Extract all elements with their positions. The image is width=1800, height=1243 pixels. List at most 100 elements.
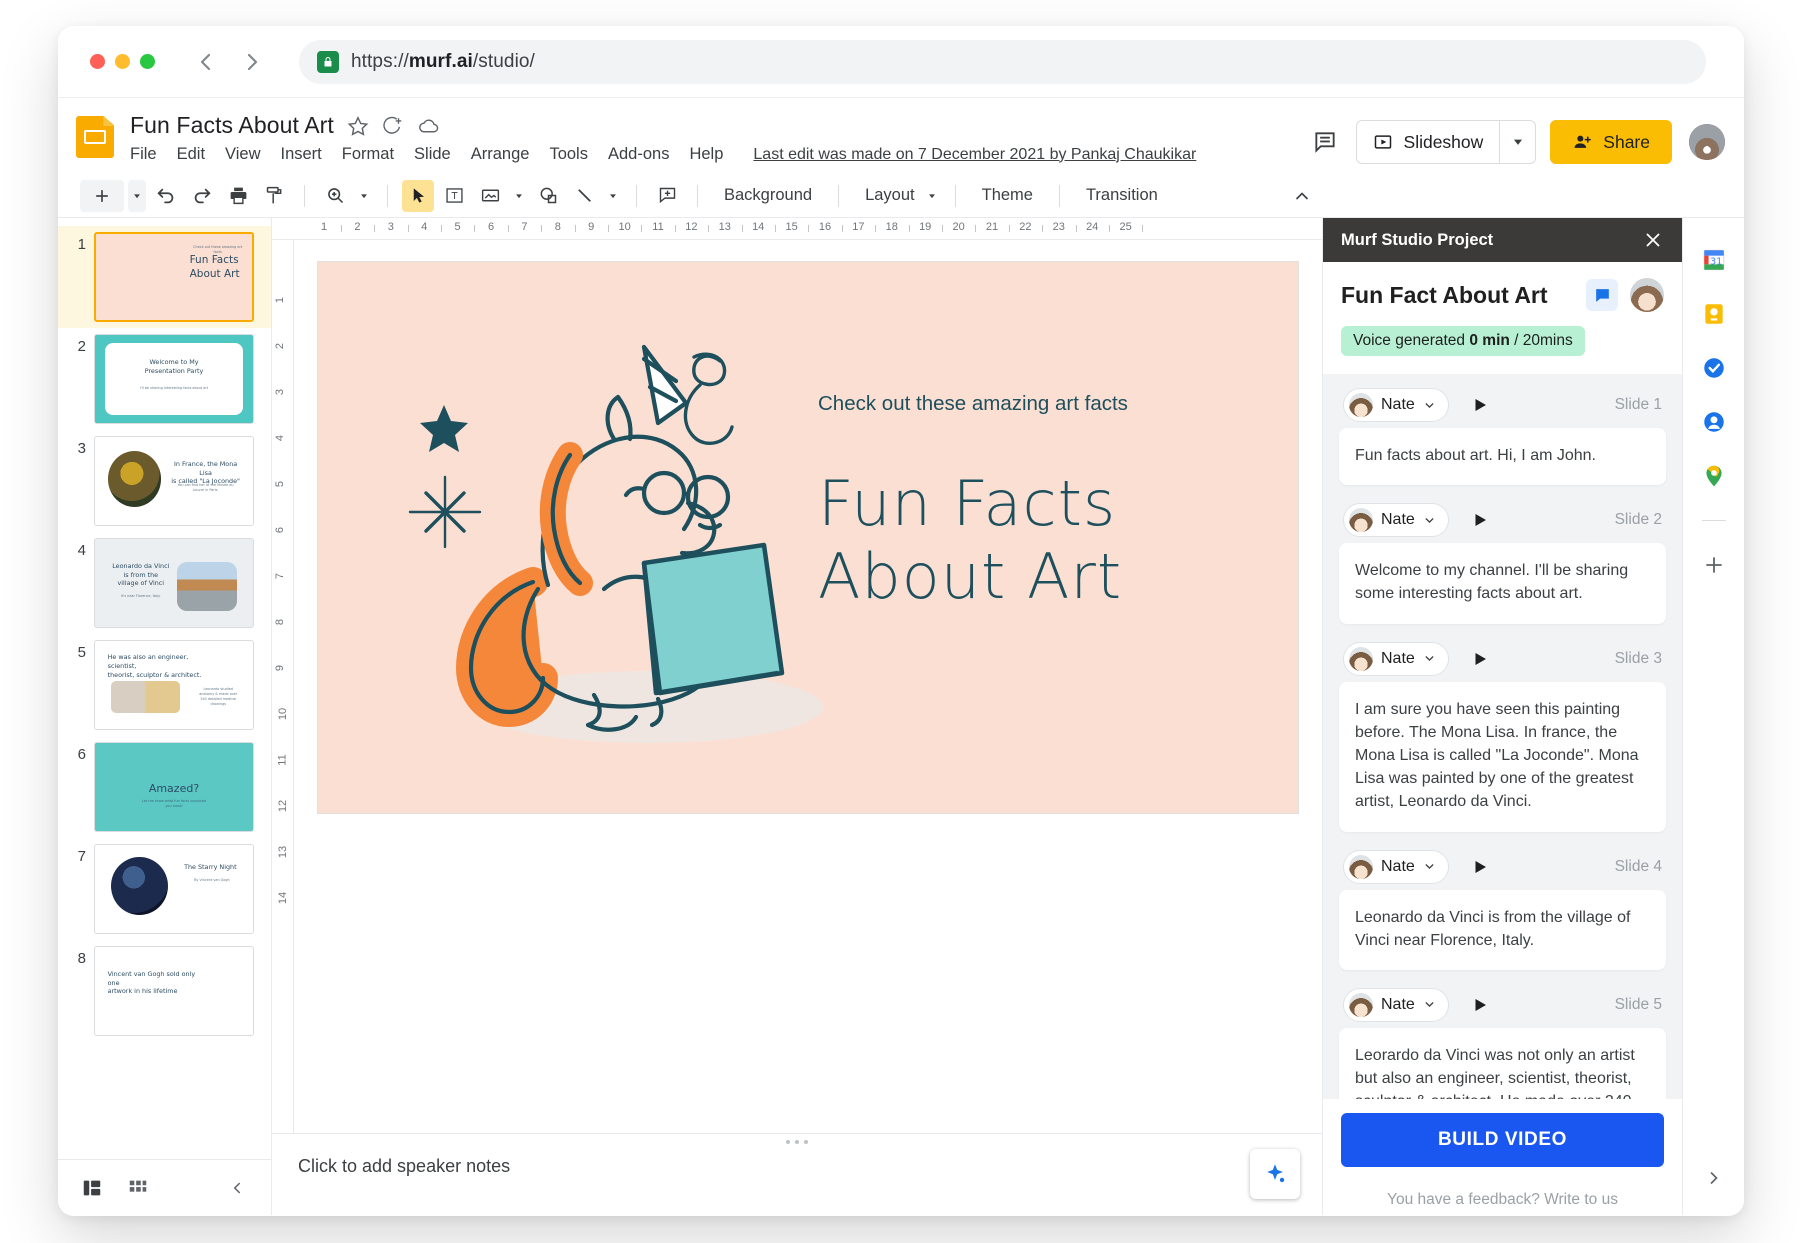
- feedback-link[interactable]: You have a feedback? Write to us: [1323, 1177, 1682, 1215]
- page-title[interactable]: Fun Facts About Art: [130, 112, 334, 139]
- voice-selector[interactable]: Nate: [1343, 850, 1449, 884]
- menu-slide[interactable]: Slide: [414, 145, 451, 164]
- google-calendar-icon[interactable]: 31: [1700, 246, 1728, 274]
- chevron-down-icon[interactable]: [1423, 399, 1436, 412]
- menu-file[interactable]: File: [130, 145, 157, 164]
- filmstrip-slide-5[interactable]: 5He was also an engineer, scientist, the…: [58, 634, 271, 736]
- script-text[interactable]: Leorardo da Vinci was not only an artist…: [1339, 1028, 1666, 1099]
- menu-help[interactable]: Help: [689, 145, 723, 164]
- voice-selector[interactable]: Nate: [1343, 988, 1449, 1022]
- menu-insert[interactable]: Insert: [281, 145, 322, 164]
- explore-star-icon[interactable]: [1250, 1149, 1300, 1199]
- collapse-filmstrip-icon[interactable]: [217, 1168, 257, 1208]
- play-icon[interactable]: [1471, 650, 1489, 668]
- layout-caret-icon[interactable]: [923, 180, 941, 212]
- chevron-down-icon[interactable]: [1499, 121, 1535, 163]
- theme-button[interactable]: Theme: [970, 186, 1045, 205]
- notes-resize-handle[interactable]: [786, 1140, 808, 1144]
- filmstrip-slide-2[interactable]: 2Welcome to My Presentation PartyI'll be…: [58, 328, 271, 430]
- image-dropdown[interactable]: [510, 180, 528, 212]
- print-button[interactable]: [222, 180, 254, 212]
- comment-icon[interactable]: [1586, 279, 1618, 311]
- google-maps-icon[interactable]: [1700, 462, 1728, 490]
- collapse-toolbar-icon[interactable]: [1286, 180, 1318, 212]
- chevron-down-icon[interactable]: [1423, 860, 1436, 873]
- script-card[interactable]: NateSlide 4Leonardo da Vinci is from the…: [1339, 846, 1666, 970]
- chevron-down-icon[interactable]: [1423, 998, 1436, 1011]
- chevron-down-icon[interactable]: [1423, 514, 1436, 527]
- redo-button[interactable]: [186, 180, 218, 212]
- google-contacts-icon[interactable]: [1700, 408, 1728, 436]
- transition-button[interactable]: Transition: [1074, 186, 1170, 205]
- google-tasks-icon[interactable]: [1700, 354, 1728, 382]
- menu-tools[interactable]: Tools: [549, 145, 588, 164]
- speaker-notes-bar[interactable]: Click to add speaker notes: [272, 1133, 1322, 1215]
- slideshow-button[interactable]: Slideshow: [1356, 120, 1537, 164]
- current-slide[interactable]: Check out these amazing art facts Fun Fa…: [318, 262, 1298, 813]
- murf-script-cards[interactable]: NateSlide 1Fun facts about art. Hi, I am…: [1323, 374, 1682, 1099]
- voice-selector[interactable]: Nate: [1343, 642, 1449, 676]
- filmstrip-slide-6[interactable]: 6Amazed?Let me know what fun facts surpr…: [58, 736, 271, 838]
- layout-button[interactable]: Layout: [853, 186, 919, 205]
- textbox-tool-button[interactable]: T: [438, 180, 470, 212]
- script-text[interactable]: Leonardo da Vinci is from the village of…: [1339, 890, 1666, 970]
- image-tool-button[interactable]: [474, 180, 506, 212]
- script-card[interactable]: NateSlide 2Welcome to my channel. I'll b…: [1339, 499, 1666, 623]
- grid-view-icon[interactable]: [118, 1168, 158, 1208]
- voice-selector[interactable]: Nate: [1343, 503, 1449, 537]
- filmstrip-slide-4[interactable]: 4Leonardo da Vinci is from the village o…: [58, 532, 271, 634]
- line-dropdown[interactable]: [604, 180, 622, 212]
- speaker-notes-placeholder[interactable]: Click to add speaker notes: [298, 1156, 510, 1177]
- slide-thumbnail[interactable]: Vincent van Gogh sold only one artwork i…: [94, 946, 254, 1036]
- filmstrip-slide-3[interactable]: 3In France, the Mona Lisa is called "La …: [58, 430, 271, 532]
- close-icon[interactable]: [1642, 229, 1664, 251]
- avatar[interactable]: [1686, 121, 1728, 163]
- chevron-down-icon[interactable]: [1423, 652, 1436, 665]
- script-card[interactable]: NateSlide 3I am sure you have seen this …: [1339, 638, 1666, 832]
- forward-icon[interactable]: [235, 45, 269, 79]
- menu-arrange[interactable]: Arrange: [471, 145, 530, 164]
- slide-filmstrip[interactable]: 1Fun Facts About ArtCheck out these amaz…: [58, 218, 272, 1215]
- script-text[interactable]: I am sure you have seen this painting be…: [1339, 682, 1666, 832]
- new-slide-dropdown[interactable]: [128, 180, 146, 212]
- slide-stage[interactable]: Check out these amazing art facts Fun Fa…: [294, 240, 1322, 1133]
- filmstrip-view-icon[interactable]: [72, 1168, 112, 1208]
- cloud-saved-icon[interactable]: [417, 114, 440, 137]
- slide-thumbnail[interactable]: In France, the Mona Lisa is called "La J…: [94, 436, 254, 526]
- background-button[interactable]: Background: [712, 186, 824, 205]
- play-icon[interactable]: [1471, 396, 1489, 414]
- back-icon[interactable]: [189, 45, 223, 79]
- play-icon[interactable]: [1471, 511, 1489, 529]
- filmstrip-slide-8[interactable]: 8Vincent van Gogh sold only one artwork …: [58, 940, 271, 1042]
- star-icon[interactable]: [347, 115, 369, 137]
- comment-history-icon[interactable]: [1308, 125, 1342, 159]
- expand-rail-icon[interactable]: [1704, 1168, 1724, 1193]
- play-icon[interactable]: [1471, 858, 1489, 876]
- shape-tool-button[interactable]: [532, 180, 564, 212]
- select-tool-button[interactable]: [402, 180, 434, 212]
- undo-button[interactable]: [150, 180, 182, 212]
- slide-thumbnail[interactable]: Welcome to My Presentation PartyI'll be …: [94, 334, 254, 424]
- menu-edit[interactable]: Edit: [177, 145, 205, 164]
- menu-format[interactable]: Format: [342, 145, 394, 164]
- add-on-plus-icon[interactable]: [1700, 551, 1728, 579]
- slide-thumbnail[interactable]: He was also an engineer, scientist, theo…: [94, 640, 254, 730]
- menu-view[interactable]: View: [225, 145, 260, 164]
- paint-format-button[interactable]: [258, 180, 290, 212]
- address-bar[interactable]: https://murf.ai/studio/: [299, 40, 1706, 84]
- script-text[interactable]: Fun facts about art. Hi, I am John.: [1339, 428, 1666, 485]
- script-card[interactable]: NateSlide 5Leorardo da Vinci was not onl…: [1339, 984, 1666, 1099]
- line-tool-button[interactable]: [568, 180, 600, 212]
- zoom-button[interactable]: [319, 180, 351, 212]
- slide-thumbnail[interactable]: Fun Facts About ArtCheck out these amazi…: [94, 232, 254, 322]
- script-text[interactable]: Welcome to my channel. I'll be sharing s…: [1339, 543, 1666, 623]
- google-keep-icon[interactable]: [1700, 300, 1728, 328]
- filmstrip-slide-1[interactable]: 1Fun Facts About ArtCheck out these amaz…: [58, 226, 271, 328]
- script-card[interactable]: NateSlide 1Fun facts about art. Hi, I am…: [1339, 384, 1666, 485]
- slide-thumbnail[interactable]: Amazed?Let me know what fun facts surpri…: [94, 742, 254, 832]
- filmstrip-slide-7[interactable]: 7The Starry NightBy Vincent van Gogh: [58, 838, 271, 940]
- close-window-button[interactable]: [90, 54, 105, 69]
- move-to-drive-icon[interactable]: [382, 115, 404, 137]
- murf-user-avatar[interactable]: [1630, 278, 1664, 312]
- new-slide-button[interactable]: [80, 180, 124, 212]
